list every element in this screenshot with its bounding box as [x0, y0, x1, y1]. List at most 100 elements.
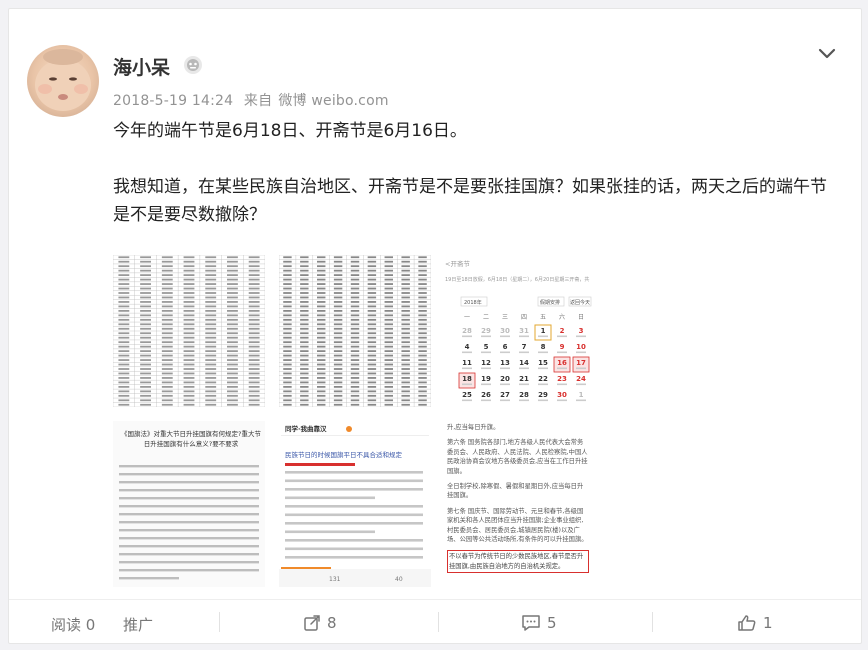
image-thumbnail-article[interactable]: 《国旗法》对重大节日升挂国旗有何规定?重大节日升挂国旗有什么意义?要不要求: [113, 421, 265, 587]
calendar-day: 23: [557, 375, 567, 383]
article-image: 《国旗法》对重大节日升挂国旗有何规定?重大节日升挂国旗有什么意义?要不要求: [113, 421, 265, 587]
holiday-select: 假期安排: [540, 299, 560, 306]
law-line: 第七条 国庆节、国际劳动节、元旦和春节,各级国家机关和各人民团体应当升挂国旗;企…: [447, 507, 588, 544]
calendar-day: 6: [503, 343, 508, 351]
promote-button[interactable]: 推广: [123, 614, 153, 635]
year-select: 2018年: [464, 299, 482, 306]
calendar-day: 9: [560, 343, 565, 351]
calendar-day: 3: [579, 327, 584, 335]
calendar-day: 4: [465, 343, 470, 351]
calendar-day: 14: [519, 359, 529, 367]
weekday-label: 一: [464, 314, 470, 321]
comment-icon: [522, 615, 540, 631]
avatar[interactable]: [27, 45, 99, 117]
read-count-value: 0: [85, 615, 96, 634]
calendar-day: 2: [560, 327, 565, 335]
post-meta: 2018-5-19 14:24 来自 微博 weibo.com: [113, 90, 395, 110]
calendar-day: 26: [481, 391, 491, 399]
avatar-face: [35, 49, 91, 111]
calendar-day: 11: [462, 359, 472, 367]
calendar-day: 20: [500, 375, 510, 383]
calendar-day: 30: [557, 391, 567, 399]
chevron-down-icon[interactable]: [815, 41, 839, 65]
like-button[interactable]: 1: [737, 614, 773, 632]
app-comment-count: 40: [395, 576, 403, 583]
calendar-note: 19日至18日放假，6月18日（星期二），6月20日星期三开斋，共: [445, 276, 589, 283]
calendar-day: 1: [579, 391, 584, 399]
share-count: 8: [327, 614, 337, 632]
calendar-day: 30: [500, 327, 510, 335]
law-line: 第六条 国务院各部门,地方各级人民代表大会常务委员会、人民政府、人民法院、人民检…: [447, 439, 588, 475]
post-text-line: 今年的端午节是6月18日、开斋节是6月16日。: [113, 121, 467, 141]
calendar-day: 29: [481, 327, 491, 335]
today-button: 返回今天: [570, 299, 590, 306]
calendar-day: 10: [576, 343, 586, 351]
calendar-day: 8: [541, 343, 546, 351]
article-title: 《国旗法》对重大节日升挂国旗有何规定?重大节日升挂国旗有什么意义?要不要求: [121, 430, 261, 448]
law-text-image: 升,应当每日升旗。 第六条 国务院各部门,地方各级人民代表大会常务委员会、人民政…: [441, 421, 593, 587]
thumbs-up-icon: [738, 615, 756, 631]
calendar-day: 1: [541, 327, 546, 335]
app-like-count: 131: [329, 576, 341, 583]
calendar-day: 21: [519, 375, 529, 383]
calendar-day: 24: [576, 375, 586, 383]
post-timestamp[interactable]: 2018-5-19 14:24: [113, 93, 233, 109]
calendar-image: <开斋节 19日至18日放假，6月18日（星期二），6月20日星期三开斋，共 2…: [445, 259, 592, 402]
image-thumbnail-table-2[interactable]: [279, 255, 431, 407]
post-text-line: 我想知道，在某些民族自治地区、开斋节是不是要张挂国旗？如果张挂的话，两天之后的端…: [113, 177, 827, 225]
weekday-label: 二: [483, 314, 489, 321]
calendar-day: 25: [462, 391, 472, 399]
app-image: 同学·我曲靠汉 民族节日的时候国旗平日不具合适和规定 131 40: [279, 421, 431, 587]
promote-label: 推广: [123, 616, 154, 634]
image-thumbnail-calendar[interactable]: <开斋节 19日至18日放假，6月18日（星期二），6月20日星期三开斋，共 2…: [441, 255, 593, 407]
calendar-day: 13: [500, 359, 510, 367]
weekday-label: 五: [540, 314, 546, 321]
calendar-day: 27: [500, 391, 510, 399]
share-button[interactable]: 8: [303, 614, 337, 632]
weibo-post-card: 海小呆 2018-5-19 14:24 来自 微博 weibo.com 今年的端午…: [8, 8, 862, 644]
calendar-day: 22: [538, 375, 548, 383]
weekday-label: 六: [559, 313, 565, 321]
divider: [219, 612, 220, 632]
share-icon: [304, 615, 320, 631]
app-title: 民族节日的时候国旗平日不具合适和规定: [285, 450, 403, 459]
calendar-day: 28: [462, 327, 472, 335]
law-line: 升,应当每日升旗。: [447, 424, 500, 431]
read-label: 阅读: [51, 616, 82, 634]
app-header: 同学·我曲靠汉: [285, 424, 327, 433]
calendar-day: 15: [538, 359, 548, 367]
like-count: 1: [763, 614, 773, 632]
calendar-day: 18: [462, 375, 472, 383]
calendar-day: 12: [481, 359, 491, 367]
comment-count: 5: [547, 614, 557, 632]
calendar-day: 28: [519, 391, 529, 399]
law-line-highlighted: 不以春节为传统节日的少数民族地区,春节是否升挂国旗,由民族自治地方的自治机关规定…: [447, 550, 589, 574]
source-prefix: 来自: [243, 93, 273, 109]
calendar-day: 7: [522, 343, 527, 351]
calendar-day: 31: [519, 327, 529, 335]
post-source[interactable]: 微博 weibo.com: [278, 93, 388, 109]
table-image: [279, 255, 431, 407]
calendar-header: <开斋节: [445, 259, 470, 268]
calendar-day: 5: [484, 343, 489, 351]
calendar-day: 19: [481, 375, 491, 383]
calendar-day: 17: [576, 359, 586, 367]
weekday-label: 三: [502, 314, 508, 321]
weekday-label: 四: [521, 314, 527, 321]
comment-button[interactable]: 5: [521, 614, 557, 632]
divider: [438, 612, 439, 632]
weekday-label: 日: [578, 314, 584, 321]
image-thumbnail-app[interactable]: 同学·我曲靠汉 民族节日的时候国旗平日不具合适和规定 131 40: [279, 421, 431, 587]
username[interactable]: 海小呆: [113, 53, 170, 80]
image-thumbnail-law-text[interactable]: 升,应当每日升旗。 第六条 国务院各部门,地方各级人民代表大会常务委员会、人民政…: [441, 421, 593, 587]
member-badge-icon: [184, 56, 202, 74]
read-count: 阅读 0: [51, 614, 95, 635]
calendar-day: 16: [557, 359, 567, 367]
post-footer: 阅读 0 推广 8 5 1: [9, 599, 861, 644]
table-image: [113, 255, 265, 407]
divider: [652, 612, 653, 632]
post-text: 今年的端午节是6月18日、开斋节是6月16日。 我想知道，在某些民族自治地区、开…: [113, 117, 833, 229]
calendar-day: 29: [538, 391, 548, 399]
law-line: 全日制学校,除寒假、暑假和星期日外,应当每日升挂国旗。: [447, 483, 584, 500]
image-thumbnail-table-1[interactable]: [113, 255, 265, 407]
